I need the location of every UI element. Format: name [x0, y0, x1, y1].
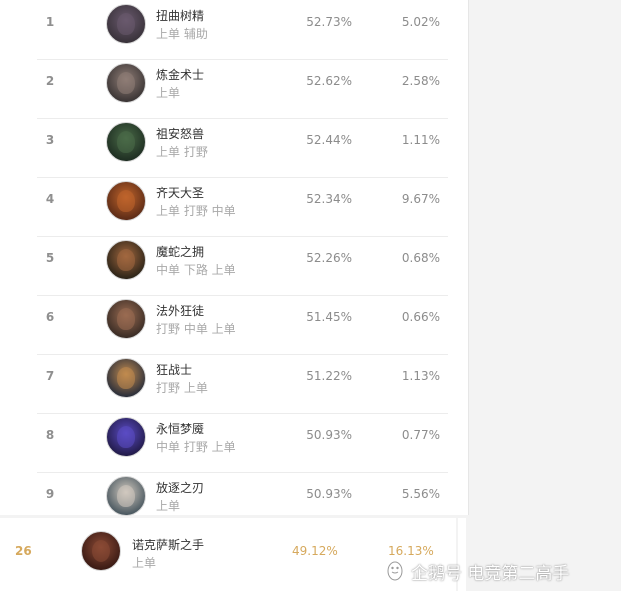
win-rate: 51.22%	[306, 369, 352, 383]
hero-avatar[interactable]	[81, 531, 121, 571]
hero-avatar[interactable]	[106, 63, 146, 103]
hero-roles: 上单	[156, 86, 181, 100]
hero-roles: 上单 打野	[156, 145, 208, 159]
table-row[interactable]: 1 扭曲树精 上单 辅助 52.73% 5.02%	[37, 0, 448, 60]
rank-number: 9	[45, 487, 55, 501]
pick-rate: 2.58%	[401, 74, 440, 88]
table-row[interactable]: 5 魔蛇之拥 中单 下路 上单 52.26% 0.68%	[37, 236, 448, 296]
pick-rate: 9.67%	[401, 192, 440, 206]
hero-name[interactable]: 法外狂徒	[156, 302, 204, 319]
hero-avatar[interactable]	[106, 358, 146, 398]
table-row[interactable]: 2 炼金术士 上单 52.62% 2.58%	[37, 59, 448, 119]
hero-portrait-icon	[117, 72, 135, 94]
penguin-logo-icon	[387, 561, 403, 581]
hero-name[interactable]: 放逐之刃	[156, 479, 204, 496]
win-rate: 52.73%	[306, 15, 352, 29]
hero-name[interactable]: 炼金术士	[156, 66, 204, 83]
pick-rate: 1.13%	[401, 369, 440, 383]
win-rate: 52.26%	[306, 251, 352, 265]
rank-number: 3	[45, 133, 55, 147]
hero-name[interactable]: 魔蛇之拥	[156, 243, 204, 260]
hero-roles: 上单 辅助	[156, 27, 208, 41]
pick-rate: 0.66%	[401, 310, 440, 324]
watermark-text: 企鹅号 电竞第二高手	[411, 563, 570, 584]
rank-number: 1	[45, 15, 55, 29]
hero-name[interactable]: 永恒梦魇	[156, 420, 204, 437]
hero-portrait-icon	[117, 367, 135, 389]
hero-name[interactable]: 诺克萨斯之手	[132, 536, 204, 553]
win-rate: 50.93%	[306, 487, 352, 501]
rank-number: 6	[45, 310, 55, 324]
watermark: 企鹅号 电竞第二高手	[385, 557, 569, 585]
hero-roles: 打野 上单	[156, 381, 208, 395]
hero-roles: 中单 下路 上单	[156, 263, 236, 277]
hero-avatar[interactable]	[106, 122, 146, 162]
win-rate: 52.62%	[306, 74, 352, 88]
table-row[interactable]: 7 狂战士 打野 上单 51.22% 1.13%	[37, 354, 448, 414]
hero-avatar[interactable]	[106, 476, 146, 516]
hero-name[interactable]: 齐天大圣	[156, 184, 204, 201]
hero-ranking-table: 1 扭曲树精 上单 辅助 52.73% 5.02% 2 炼金术士 上单 52.6…	[0, 0, 469, 516]
win-rate: 52.44%	[306, 133, 352, 147]
hero-roles: 上单	[132, 556, 157, 570]
hero-avatar[interactable]	[106, 299, 146, 339]
rank-number: 2	[45, 74, 55, 88]
hero-portrait-icon	[117, 485, 135, 507]
hero-roles: 中单 打野 上单	[156, 440, 236, 454]
win-rate: 52.34%	[306, 192, 352, 206]
hero-avatar[interactable]	[106, 4, 146, 44]
rank-number: 8	[45, 428, 55, 442]
pick-rate: 16.13%	[388, 544, 434, 558]
rank-number: 5	[45, 251, 55, 265]
pick-rate: 5.56%	[401, 487, 440, 501]
hero-name[interactable]: 狂战士	[156, 361, 192, 378]
win-rate: 51.45%	[306, 310, 352, 324]
pick-rate: 5.02%	[401, 15, 440, 29]
rank-number: 26	[15, 544, 32, 558]
rank-number: 7	[45, 369, 55, 383]
win-rate: 49.12%	[292, 544, 338, 558]
table-row[interactable]: 6 法外狂徒 打野 中单 上单 51.45% 0.66%	[37, 295, 448, 355]
table-row[interactable]: 3 祖安怒兽 上单 打野 52.44% 1.11%	[37, 118, 448, 178]
hero-avatar[interactable]	[106, 417, 146, 457]
hero-name[interactable]: 扭曲树精	[156, 7, 204, 24]
hero-portrait-icon	[117, 426, 135, 448]
pick-rate: 0.77%	[401, 428, 440, 442]
hero-portrait-icon	[117, 131, 135, 153]
hero-portrait-icon	[92, 540, 110, 562]
hero-portrait-icon	[117, 308, 135, 330]
hero-avatar[interactable]	[106, 181, 146, 221]
hero-roles: 打野 中单 上单	[156, 322, 236, 336]
hero-portrait-icon	[117, 190, 135, 212]
hero-roles: 上单 打野 中单	[156, 204, 236, 218]
rank-number: 4	[45, 192, 55, 206]
table-row[interactable]: 8 永恒梦魇 中单 打野 上单 50.93% 0.77%	[37, 413, 448, 473]
pick-rate: 1.11%	[401, 133, 440, 147]
hero-portrait-icon	[117, 249, 135, 271]
hero-name[interactable]: 祖安怒兽	[156, 125, 204, 142]
pick-rate: 0.68%	[401, 251, 440, 265]
win-rate: 50.93%	[306, 428, 352, 442]
hero-roles: 上单	[156, 499, 181, 513]
hero-portrait-icon	[117, 13, 135, 35]
table-row[interactable]: 4 齐天大圣 上单 打野 中单 52.34% 9.67%	[37, 177, 448, 237]
hero-avatar[interactable]	[106, 240, 146, 280]
